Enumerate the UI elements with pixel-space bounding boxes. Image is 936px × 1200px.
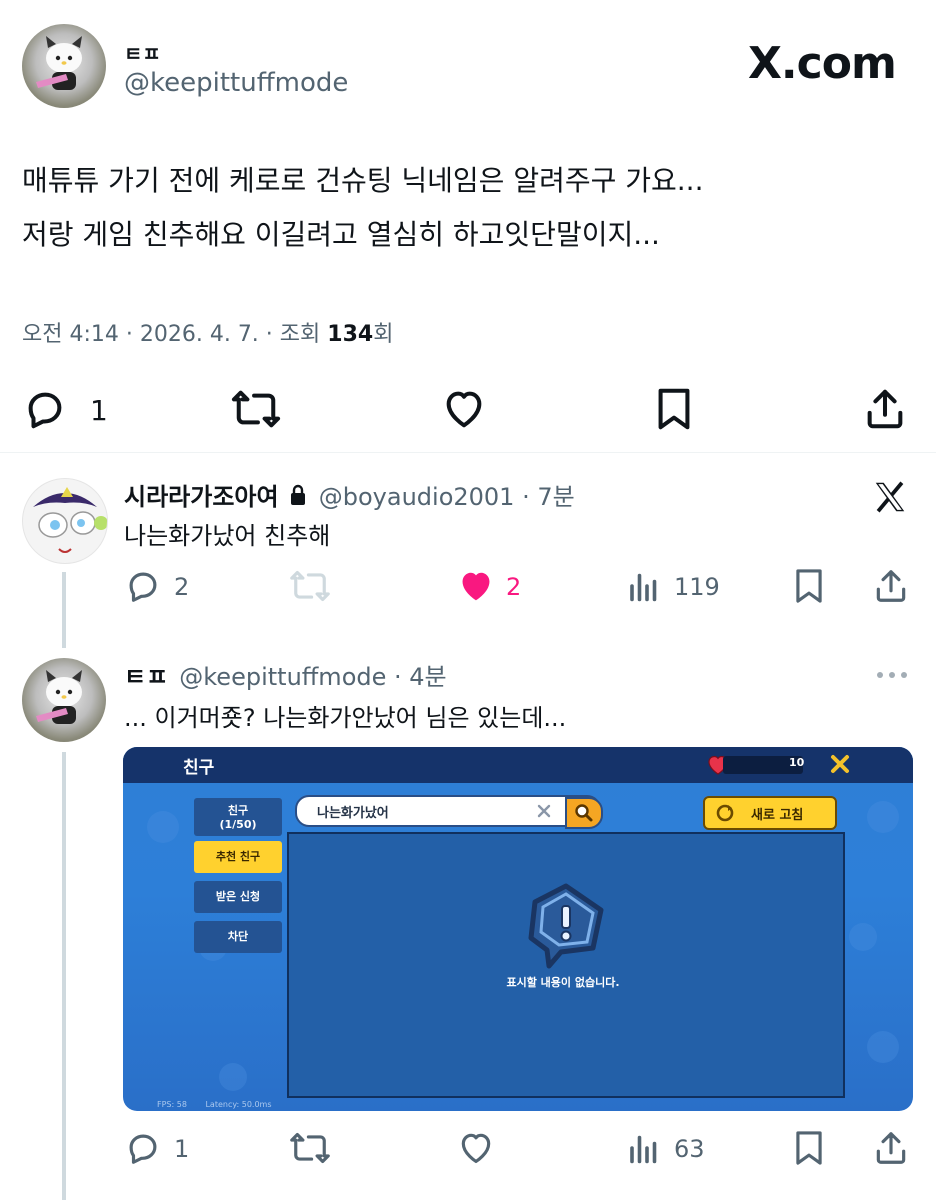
reply2-reply-count: 1 (174, 1135, 190, 1163)
thread-connector (62, 572, 66, 648)
friend-list-panel (287, 832, 845, 1098)
reply1-views-icon[interactable] (626, 567, 662, 605)
empty-list-message: 표시할 내용이 없습니다. (506, 976, 620, 989)
author-display-name[interactable]: ㅌㅍ (124, 38, 161, 67)
refresh-button-label: 새로 고침 (751, 808, 804, 823)
retweet-icon[interactable] (230, 386, 282, 432)
reply2-share-icon[interactable] (872, 1129, 910, 1167)
reply1-handle[interactable]: @boyaudio2001 · 7분 (319, 483, 575, 511)
tweet-text-line-1: 매튜튜 가기 전에 케로로 건슈팅 닉네임은 알려주구 가요... (22, 164, 704, 197)
reply1-text: 나는화가났어 친추해 (124, 522, 331, 550)
search-button[interactable] (565, 797, 603, 829)
reply1-reply-count: 2 (174, 573, 190, 601)
author-avatar[interactable] (22, 24, 106, 108)
tweet-text-line-2: 저랑 게임 친추해요 이길려고 열심히 하고잇단말이지... (22, 218, 660, 251)
reply2-avatar[interactable] (22, 658, 106, 742)
reply2-bookmark-icon[interactable] (792, 1129, 826, 1167)
game-window-title: 친구 (183, 758, 215, 778)
view-count: 134 (327, 322, 374, 347)
friends-tab[interactable]: 친구 (1/50) (194, 798, 282, 836)
received-requests-tab[interactable]: 받은 신청 (194, 881, 282, 913)
hello-kitty-avatar-art (36, 36, 82, 90)
lock-icon (288, 483, 308, 511)
thread-connector (62, 752, 66, 1200)
tweet-meta: 오전 4:14 · 2026. 4. 7. · 조회 134회 (22, 316, 393, 348)
friends-tab-label: 친구 (227, 804, 249, 817)
divider (0, 452, 936, 453)
reply1-header: 시라라가조아여 @boyaudio2001 · 7분 (124, 477, 575, 512)
bookmark-icon[interactable] (654, 386, 694, 432)
clear-search-icon[interactable] (537, 803, 551, 822)
refresh-icon (716, 804, 734, 822)
tweet-timestamp[interactable]: 오전 4:14 · 2026. 4. 7. · 조회 (22, 322, 327, 347)
reply1-liked-heart-icon[interactable] (456, 567, 496, 605)
view-count-suffix: 회 (373, 322, 394, 347)
reply1-retweet-icon (288, 567, 332, 605)
search-input-value: 나는화가났어 (317, 806, 389, 821)
reply2-views-icon[interactable] (626, 1129, 662, 1167)
exclamation-speech-icon (528, 883, 604, 969)
hello-kitty-avatar-art (36, 670, 82, 724)
refresh-button[interactable]: 새로 고침 (703, 796, 837, 830)
reply1-display-name[interactable]: 시라라가조아여 (124, 483, 279, 511)
reply-icon[interactable] (22, 386, 68, 432)
reply2-retweet-icon[interactable] (288, 1129, 332, 1167)
reply2-reply-icon[interactable] (124, 1129, 162, 1167)
reply2-view-count: 63 (674, 1135, 705, 1163)
attached-game-screenshot[interactable]: 친구 10 친구 (1/50) 추천 친구 받은 신청 차단 나는화가났어 새로… (123, 747, 913, 1111)
friends-tab-count: (1/50) (219, 818, 257, 831)
reply1-reply-icon[interactable] (124, 567, 162, 605)
reply2-display-name[interactable]: ㅌㅍ (124, 663, 168, 691)
keroro-avatar-art (33, 487, 107, 553)
fps-value: FPS: 58 (157, 1100, 187, 1109)
reply1-bookmark-icon[interactable] (792, 567, 826, 605)
x-logo-icon (870, 478, 910, 520)
reply1-share-icon[interactable] (872, 567, 910, 605)
like-icon[interactable] (440, 386, 488, 432)
reply1-avatar[interactable] (22, 478, 108, 564)
reply1-view-count: 119 (674, 573, 720, 601)
reply2-like-icon[interactable] (456, 1129, 496, 1167)
latency-value: Latency: 50.0ms (205, 1100, 272, 1109)
x-brand-logo: X.com (748, 38, 897, 89)
blocked-tab[interactable]: 차단 (194, 921, 282, 953)
game-close-icon[interactable] (829, 753, 851, 779)
author-handle[interactable]: @keepittuffmode (124, 68, 348, 98)
share-icon[interactable] (862, 386, 908, 432)
friend-search-input[interactable]: 나는화가났어 (295, 795, 601, 827)
reply-count: 1 (90, 394, 108, 427)
reply2-header: ㅌㅍ @keepittuffmode · 4분 (124, 657, 447, 692)
fps-readout: FPS: 58 Latency: 50.0ms (157, 1100, 272, 1109)
recommended-friends-tab[interactable]: 추천 친구 (194, 841, 282, 873)
reply1-like-count: 2 (506, 573, 522, 601)
more-options-icon[interactable] (874, 666, 910, 685)
magnifier-icon (575, 804, 593, 822)
reply2-handle[interactable]: @keepittuffmode · 4분 (179, 663, 446, 691)
heart-count: 10 (789, 756, 805, 769)
reply2-text: ... 이거머죳? 나는화가안났어 님은 있는데... (124, 704, 567, 732)
